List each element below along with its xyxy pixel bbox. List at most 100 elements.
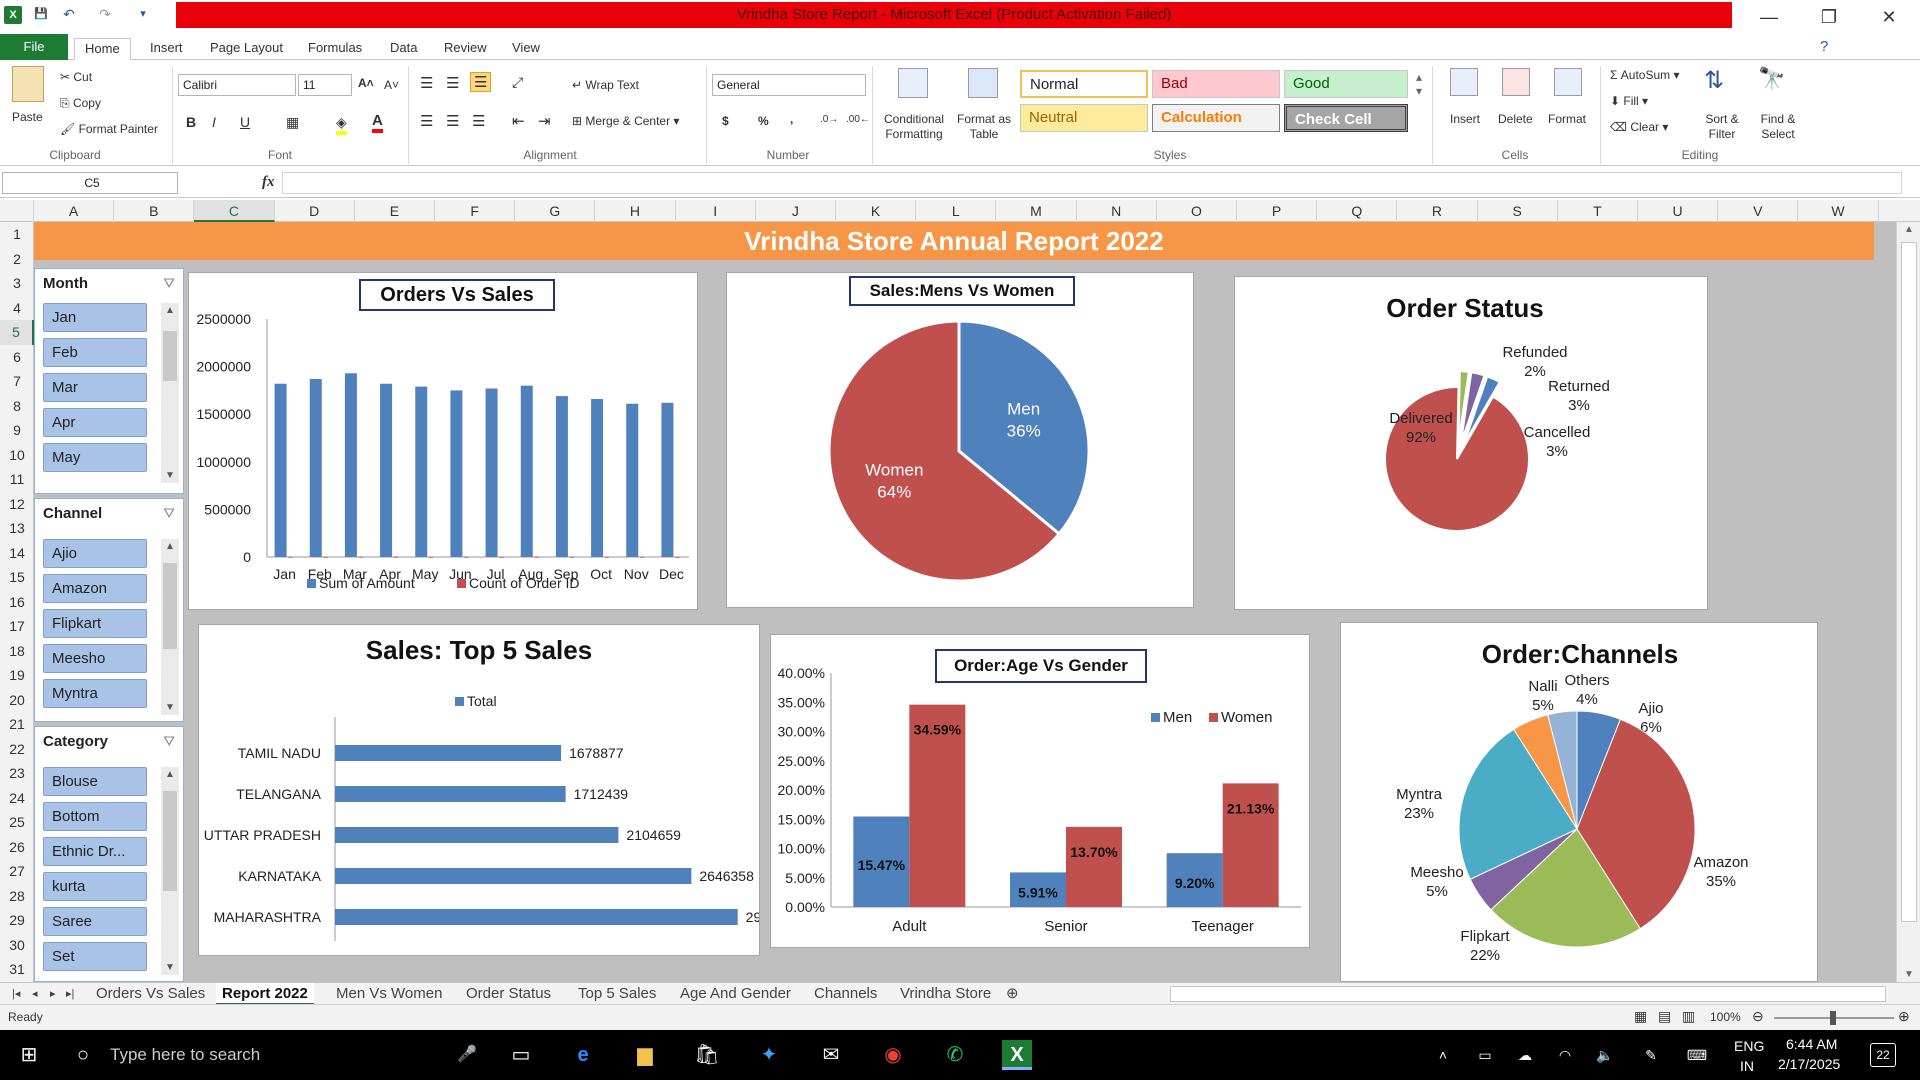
slicer-category-item[interactable]: Saree bbox=[43, 907, 147, 936]
sheet-tab-active[interactable]: Report 2022 bbox=[216, 983, 314, 1005]
tab-nav-next-icon[interactable]: ▸ bbox=[44, 983, 62, 1005]
chart-orders-vs-sales[interactable]: Orders Vs Sales 0 500000 1000000 1500000 200… bbox=[188, 272, 698, 610]
format-cells-icon[interactable] bbox=[1554, 68, 1582, 96]
cloud-icon[interactable]: ☁ bbox=[1510, 1040, 1540, 1070]
cut-button[interactable]: ✂ Cut bbox=[60, 70, 92, 84]
redo-icon[interactable]: ↷ bbox=[96, 6, 114, 24]
quick-access-customize-icon[interactable]: ▾ bbox=[134, 6, 152, 24]
tab-file[interactable]: File bbox=[0, 34, 68, 60]
slicer-channel-item[interactable]: Amazon bbox=[43, 574, 147, 603]
slicer-month-item[interactable]: Jan bbox=[43, 303, 147, 332]
help-icon[interactable]: ? bbox=[1820, 38, 1828, 55]
tab-view[interactable]: View bbox=[502, 38, 550, 60]
row-header[interactable]: 18 bbox=[0, 639, 34, 664]
row-header[interactable]: 22 bbox=[0, 737, 34, 762]
chart-age-vs-gender[interactable]: Order:Age Vs Gender 0.00% 5.00% 10.00% 15.0… bbox=[770, 634, 1310, 948]
row-header[interactable]: 28 bbox=[0, 884, 34, 909]
row-header[interactable]: 3 bbox=[0, 271, 34, 296]
slicer-channel-item[interactable]: Flipkart bbox=[43, 609, 147, 638]
paste-button[interactable]: Paste bbox=[12, 110, 43, 124]
row-header[interactable]: 8 bbox=[0, 394, 34, 419]
mail-icon[interactable]: ✉ bbox=[816, 1040, 846, 1070]
zoom-level[interactable]: 100% bbox=[1710, 1010, 1741, 1024]
column-header[interactable]: V bbox=[1718, 200, 1799, 222]
fill-color-icon[interactable]: ◈ bbox=[336, 114, 347, 135]
tab-formulas[interactable]: Formulas bbox=[298, 38, 372, 60]
battery-icon[interactable]: ▭ bbox=[1470, 1040, 1500, 1070]
column-header[interactable]: U bbox=[1638, 200, 1719, 222]
sheet-tab[interactable]: Orders Vs Sales bbox=[90, 983, 211, 1005]
save-icon[interactable]: 💾 bbox=[32, 6, 50, 24]
clock-date[interactable]: 2/17/2025 bbox=[1778, 1056, 1840, 1072]
style-calculation[interactable]: Calculation bbox=[1152, 104, 1280, 132]
row-header[interactable]: 10 bbox=[0, 443, 34, 468]
tab-data[interactable]: Data bbox=[380, 38, 427, 60]
slicer-channel-item[interactable]: Meesho bbox=[43, 644, 147, 673]
slicer-month[interactable]: Month ⛛ Jan Feb Mar Apr May ▲ ▼ bbox=[34, 268, 184, 494]
chart-top-5-sales[interactable]: Sales: Top 5 Sales Total TAMIL NADU 167887… bbox=[198, 624, 760, 956]
close-button[interactable]: ✕ bbox=[1866, 0, 1912, 34]
align-left-icon[interactable]: ☰ bbox=[420, 112, 433, 130]
fill-button[interactable]: ⬇ Fill ▾ bbox=[1610, 94, 1648, 108]
row-header[interactable]: 9 bbox=[0, 418, 34, 443]
volume-icon[interactable]: 🔈 bbox=[1590, 1040, 1620, 1070]
row-header[interactable]: 26 bbox=[0, 835, 34, 860]
new-sheet-icon[interactable]: ⊕ bbox=[1000, 983, 1025, 1005]
undo-icon[interactable]: ↶ bbox=[60, 6, 78, 24]
tab-page-layout[interactable]: Page Layout bbox=[200, 38, 293, 60]
slicer-channel-item[interactable]: Ajio bbox=[43, 539, 147, 568]
row-header[interactable]: 30 bbox=[0, 933, 34, 958]
format-as-table-icon[interactable] bbox=[968, 68, 998, 98]
column-header[interactable]: H bbox=[595, 200, 676, 222]
column-header[interactable]: E bbox=[355, 200, 435, 222]
row-header[interactable]: 16 bbox=[0, 590, 34, 615]
row-header[interactable]: 19 bbox=[0, 663, 34, 688]
horizontal-scrollbar[interactable] bbox=[1170, 986, 1886, 1002]
font-name-combo[interactable]: Calibri bbox=[178, 74, 296, 96]
slicer-category-item[interactable]: Blouse bbox=[43, 767, 147, 796]
format-painter-button[interactable]: 🖌 Format Painter bbox=[60, 122, 158, 136]
slicer-channel-item[interactable]: Myntra bbox=[43, 679, 147, 708]
slicer-month-item[interactable]: Apr bbox=[43, 408, 147, 437]
select-all-corner[interactable] bbox=[0, 200, 34, 222]
column-header[interactable]: C bbox=[194, 200, 275, 222]
row-header[interactable]: 15 bbox=[0, 565, 34, 590]
increase-indent-icon[interactable]: ⇥ bbox=[538, 112, 551, 130]
show-hidden-icons[interactable]: ˄ bbox=[1428, 1040, 1458, 1070]
column-header[interactable]: K bbox=[836, 200, 917, 222]
row-header[interactable]: 6 bbox=[0, 345, 34, 370]
clear-filter-icon[interactable]: ⛛ bbox=[163, 275, 175, 292]
row-header[interactable]: 2 bbox=[0, 247, 34, 272]
shrink-font-icon[interactable]: A˅ bbox=[384, 78, 399, 92]
style-bad[interactable]: Bad bbox=[1152, 70, 1280, 98]
sheet-tab[interactable]: Top 5 Sales bbox=[572, 983, 662, 1005]
normal-view-icon[interactable]: ▦ bbox=[1634, 1008, 1647, 1025]
tab-home[interactable]: Home bbox=[74, 38, 131, 60]
row-header[interactable]: 25 bbox=[0, 810, 34, 835]
italic-button[interactable]: I bbox=[212, 114, 216, 130]
style-normal[interactable]: Normal bbox=[1020, 70, 1148, 98]
bold-button[interactable]: B bbox=[186, 114, 196, 130]
chart-men-vs-women[interactable]: Sales:Mens Vs Women Men 36% Women 64% bbox=[726, 272, 1194, 608]
conditional-formatting-icon[interactable] bbox=[898, 68, 928, 98]
row-header[interactable]: 11 bbox=[0, 467, 34, 492]
slicer-month-item[interactable]: Feb bbox=[43, 338, 147, 367]
tab-nav-prev-icon[interactable]: ◂ bbox=[26, 983, 44, 1005]
row-header[interactable]: 20 bbox=[0, 688, 34, 713]
number-format-combo[interactable]: General bbox=[712, 74, 866, 96]
borders-icon[interactable]: ▦ bbox=[286, 114, 299, 131]
slicer-category-item[interactable]: Set bbox=[43, 942, 147, 971]
chrome-icon[interactable]: ◉ bbox=[878, 1040, 908, 1070]
zoom-in-icon[interactable]: ⊕ bbox=[1898, 1008, 1910, 1025]
page-layout-view-icon[interactable]: ▤ bbox=[1658, 1008, 1671, 1025]
orientation-icon[interactable]: ⤢ bbox=[512, 74, 523, 91]
currency-button[interactable]: $ bbox=[722, 114, 729, 128]
minimize-button[interactable]: — bbox=[1746, 0, 1792, 34]
chart-order-status[interactable]: Order Status Delivered 92% Refunded 2% Retur… bbox=[1234, 276, 1708, 610]
style-neutral[interactable]: Neutral bbox=[1020, 104, 1148, 132]
clear-button[interactable]: ⌫ Clear ▾ bbox=[1610, 120, 1668, 134]
slicer-month-scrollbar[interactable]: ▲ ▼ bbox=[161, 303, 179, 483]
percent-button[interactable]: % bbox=[758, 114, 769, 128]
formula-input[interactable] bbox=[282, 172, 1902, 194]
align-center-icon[interactable]: ☰ bbox=[446, 112, 459, 130]
